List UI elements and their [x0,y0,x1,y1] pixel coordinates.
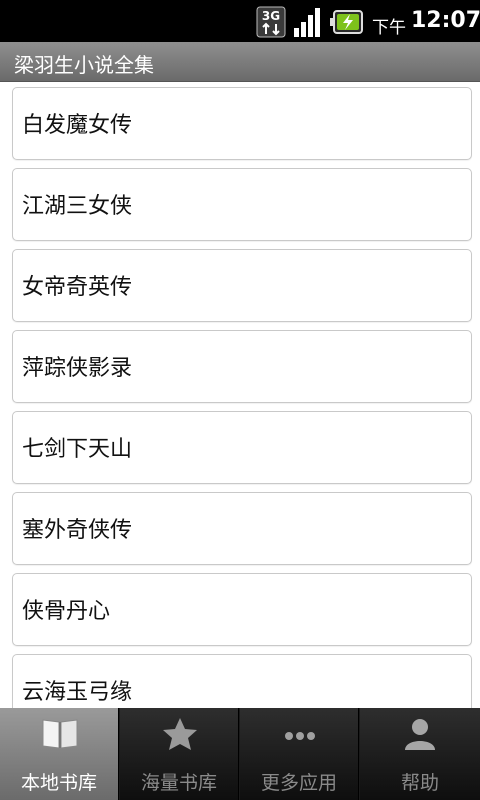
tab-more-apps[interactable]: 更多应用 [240,708,359,800]
book-title: 江湖三女侠 [22,194,133,219]
bottom-tab-bar: 本地书库 海量书库 更多应用 帮助 [0,708,480,800]
book-icon [42,719,78,749]
book-title: 女帝奇英传 [22,275,133,300]
title-bar: 梁羽生小说全集 [0,42,480,82]
status-bar: 3G 下午 12:07 [0,0,480,42]
signal-strength-icon [294,8,320,37]
list-item[interactable]: 萍踪侠影录 [12,330,472,403]
tab-label: 帮助 [400,772,439,794]
list-item[interactable]: 塞外奇侠传 [12,492,472,565]
status-clock: 12:07 [411,8,480,33]
battery-charging-icon [330,10,363,34]
status-ampm: 下午 [372,18,406,38]
book-title: 云海玉弓缘 [22,680,133,705]
list-item[interactable]: 白发魔女传 [12,87,472,160]
star-icon [163,718,197,750]
book-title: 侠骨丹心 [22,599,111,624]
tab-help[interactable]: 帮助 [360,708,480,800]
book-list[interactable]: 白发魔女传 江湖三女侠 女帝奇英传 萍踪侠影录 七剑下天山 塞外奇侠传 侠骨丹心… [0,82,480,708]
person-icon [405,719,435,750]
tab-label: 海量书库 [140,772,217,794]
network-type-text: 3G [262,9,280,23]
list-item[interactable]: 侠骨丹心 [12,573,472,646]
list-item[interactable]: 七剑下天山 [12,411,472,484]
more-icon [285,732,315,740]
tab-local-library[interactable]: 本地书库 [0,708,119,800]
3g-network-icon: 3G [256,6,286,38]
tab-online-library[interactable]: 海量书库 [120,708,239,800]
book-title: 白发魔女传 [22,113,133,138]
list-item[interactable]: 云海玉弓缘 [12,654,472,708]
book-title: 七剑下天山 [22,437,133,462]
list-item[interactable]: 女帝奇英传 [12,249,472,322]
tab-label: 更多应用 [260,772,337,794]
book-title: 塞外奇侠传 [22,518,133,543]
app-title: 梁羽生小说全集 [14,53,154,77]
tab-label: 本地书库 [20,772,97,794]
book-title: 萍踪侠影录 [22,356,133,381]
list-item[interactable]: 江湖三女侠 [12,168,472,241]
